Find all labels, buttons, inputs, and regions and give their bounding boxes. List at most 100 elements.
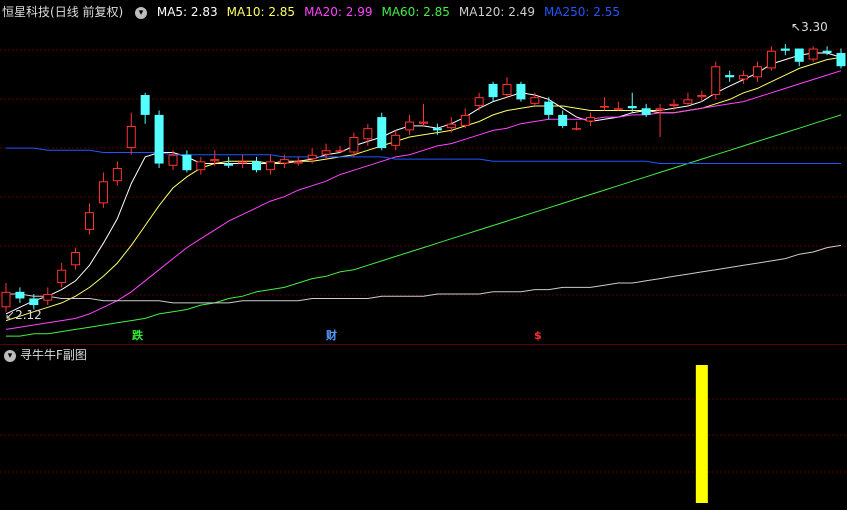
candle-body bbox=[683, 99, 693, 104]
candle-body bbox=[349, 137, 359, 153]
candle-body bbox=[57, 269, 67, 283]
ma-legend: MA5: 2.83 MA10: 2.85 MA20: 2.99 MA60: 2.85 M… bbox=[157, 5, 629, 19]
candle-body bbox=[572, 128, 582, 130]
candle bbox=[265, 154, 275, 175]
candle-body bbox=[265, 161, 275, 171]
candle-body bbox=[391, 134, 401, 146]
marker-cai[interactable]: 财 bbox=[325, 329, 338, 342]
candle bbox=[15, 287, 25, 303]
high-price-value: 3.30 bbox=[801, 20, 828, 34]
chevron-down-icon[interactable]: ▾ bbox=[4, 349, 16, 362]
candle-body bbox=[627, 106, 637, 109]
candle bbox=[558, 110, 568, 129]
candle bbox=[460, 108, 470, 129]
candle-body bbox=[530, 97, 540, 104]
candle bbox=[725, 70, 735, 82]
candle-body bbox=[363, 128, 373, 140]
candle-body bbox=[43, 294, 53, 301]
candle-body bbox=[168, 154, 178, 166]
candle bbox=[252, 156, 261, 173]
candle bbox=[613, 101, 623, 111]
candle-body bbox=[71, 252, 81, 266]
candle-body bbox=[655, 108, 665, 111]
candle-body bbox=[377, 117, 387, 149]
price-chart-panel[interactable]: 恒星科技(日线 前复权) ▾ MA5: 2.83 MA10: 2.85 MA20: … bbox=[0, 0, 847, 344]
candle-body bbox=[446, 123, 456, 129]
candle-body bbox=[419, 121, 428, 124]
candle-body bbox=[279, 159, 289, 164]
candle bbox=[502, 77, 512, 98]
candle bbox=[71, 247, 81, 270]
candle-body bbox=[669, 103, 679, 107]
candle bbox=[655, 103, 665, 138]
candle bbox=[377, 112, 387, 151]
candle-body bbox=[154, 114, 164, 164]
low-price-label: ↙2.12 bbox=[5, 308, 42, 322]
candle bbox=[335, 145, 345, 153]
marker-die[interactable]: 跌 bbox=[131, 329, 144, 342]
marker-dollar[interactable]: $ bbox=[533, 329, 543, 342]
candle-body bbox=[697, 94, 707, 98]
candle-body bbox=[1, 291, 11, 308]
ma-legend-item: MA120: 2.49 bbox=[458, 5, 535, 19]
candle bbox=[85, 203, 94, 235]
chevron-down-icon[interactable]: ▾ bbox=[135, 6, 148, 19]
ma-line-ma120 bbox=[6, 244, 842, 304]
candle-body bbox=[474, 97, 484, 107]
candle bbox=[474, 92, 484, 111]
candle-body bbox=[196, 161, 206, 171]
candle-body bbox=[307, 154, 317, 160]
candle bbox=[224, 156, 234, 168]
candle bbox=[182, 150, 192, 173]
candle-body bbox=[321, 150, 331, 155]
candle bbox=[572, 121, 582, 131]
candle-body bbox=[432, 128, 442, 131]
candle-body bbox=[126, 125, 136, 149]
candle bbox=[349, 132, 359, 157]
candle-body bbox=[335, 150, 345, 152]
candle bbox=[808, 46, 818, 62]
candle-body bbox=[822, 50, 832, 53]
candle bbox=[196, 156, 206, 175]
high-price-label: ↖3.30 bbox=[791, 20, 828, 34]
candle bbox=[780, 44, 790, 56]
candle bbox=[57, 263, 67, 288]
candlestick-chart[interactable] bbox=[0, 0, 847, 344]
candle-body bbox=[836, 52, 846, 67]
candle bbox=[586, 112, 595, 126]
candle bbox=[753, 61, 762, 82]
candle-body bbox=[210, 159, 220, 162]
candle bbox=[446, 117, 456, 133]
candle-body bbox=[725, 75, 735, 78]
candle-body bbox=[544, 101, 554, 115]
period-label: (日线 前复权) bbox=[50, 5, 124, 19]
candle-body bbox=[488, 83, 498, 98]
candle-body bbox=[238, 161, 248, 164]
ma-legend-item: MA10: 2.85 bbox=[226, 5, 296, 19]
candle-body bbox=[516, 83, 526, 100]
indicator-subchart[interactable] bbox=[0, 345, 847, 510]
candle bbox=[112, 161, 122, 186]
candle-body bbox=[293, 161, 303, 164]
candle bbox=[154, 110, 164, 168]
subchart-title: 寻牛牛F副图 bbox=[20, 348, 87, 362]
candle bbox=[140, 92, 150, 124]
candle-body bbox=[112, 167, 122, 182]
candle-body bbox=[641, 108, 651, 115]
candle-body bbox=[252, 161, 261, 171]
candle bbox=[739, 70, 749, 84]
candle-body bbox=[98, 181, 108, 204]
candle bbox=[836, 48, 846, 69]
candle-body bbox=[599, 106, 609, 108]
candle-body bbox=[780, 48, 790, 51]
candle-body bbox=[85, 212, 94, 230]
candle bbox=[544, 97, 554, 120]
candle-body bbox=[224, 163, 234, 166]
indicator-subchart-panel[interactable]: ▾ 寻牛牛F副图 bbox=[0, 344, 847, 510]
candle-body bbox=[15, 291, 25, 299]
candle-body bbox=[753, 66, 762, 78]
candle-body bbox=[182, 154, 192, 171]
candle bbox=[238, 154, 248, 168]
candle bbox=[419, 103, 428, 126]
candle-body bbox=[405, 121, 415, 131]
